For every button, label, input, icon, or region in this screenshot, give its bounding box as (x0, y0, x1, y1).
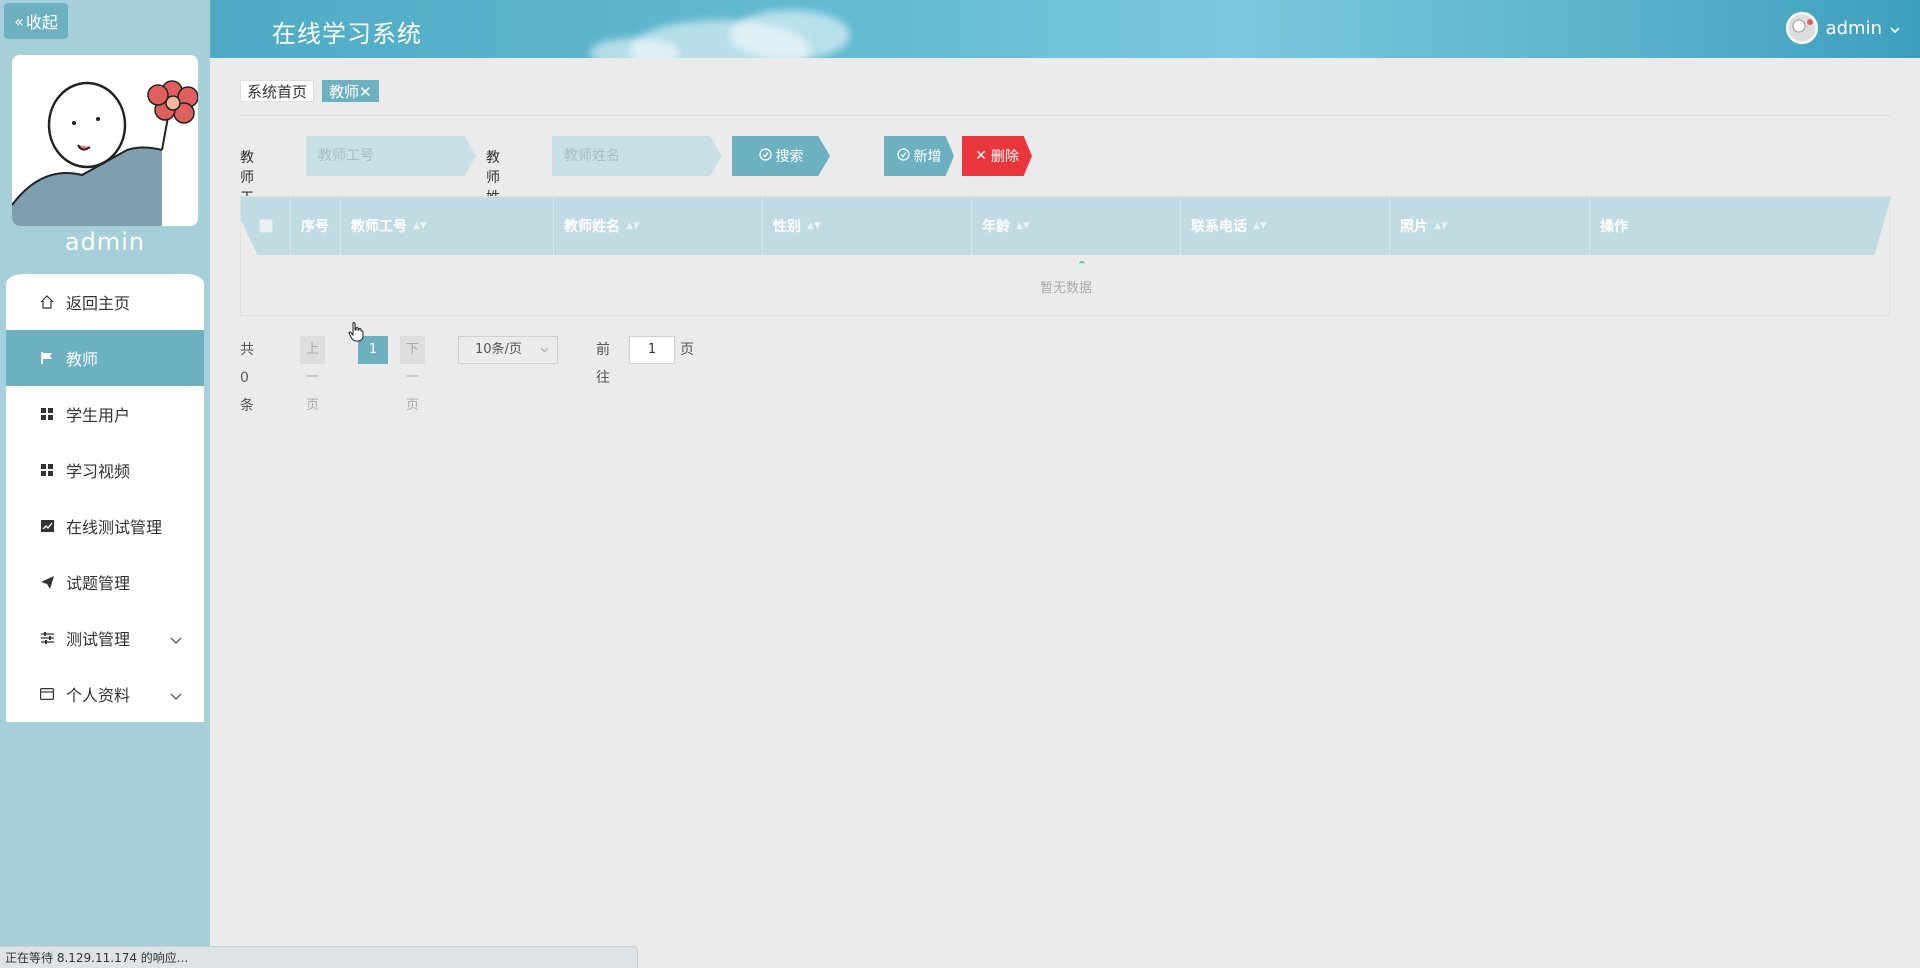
chevron-down-icon (170, 630, 182, 649)
chart-icon (38, 517, 56, 535)
search-button[interactable]: 搜索 (732, 136, 830, 176)
sidebar-item-label: 学习视频 (66, 462, 131, 481)
check-circle-icon (896, 147, 910, 165)
grid-icon (38, 461, 56, 479)
column-header-teacher-name[interactable]: 教师姓名 ▲▼ (554, 197, 763, 255)
sort-icon: ▲▼ (807, 221, 821, 231)
sidebar-item-label: 测试管理 (66, 630, 131, 649)
column-header-photo[interactable]: 照片 ▲▼ (1390, 197, 1590, 255)
sidebar-item-profile[interactable]: 个人资料 (6, 666, 204, 722)
add-button[interactable]: 新增 (884, 136, 954, 176)
sidebar-item-label: 学生用户 (66, 406, 131, 425)
total-count: 共 0 条 (240, 342, 254, 414)
collapse-button[interactable]: « 收起 (4, 3, 68, 39)
goto-page-input[interactable]: 1 (629, 336, 675, 364)
column-label: 联系电话 (1191, 219, 1247, 235)
delete-button[interactable]: ✕ 删除 (962, 136, 1032, 176)
grid-icon (38, 405, 56, 423)
table-header: 序号 教师工号 ▲▼ 教师姓名 ▲▼ 性别 ▲▼ 年龄 ▲▼ 联系电话 ▲▼ 照片 ▲▼ 操… (241, 197, 1891, 255)
sort-icon: ▲▼ (626, 221, 640, 231)
chevron-down-icon (170, 686, 182, 705)
column-header-index: 序号 (291, 197, 341, 255)
double-chevron-left-icon: « (14, 11, 24, 31)
loading-spinner-icon (1079, 261, 1085, 267)
sidebar-username: admin (64, 228, 146, 256)
collapse-label: 收起 (25, 13, 58, 32)
column-label: 教师姓名 (564, 219, 620, 235)
user-avatar-icon (1785, 12, 1818, 44)
home-icon (38, 293, 56, 311)
user-menu[interactable]: admin (1785, 12, 1900, 44)
goto-label: 前往 (596, 342, 610, 386)
select-all-checkbox[interactable] (258, 219, 273, 233)
sort-icon: ▲▼ (413, 221, 427, 231)
sidebar-item-teacher[interactable]: 教师 (6, 330, 204, 386)
page-unit-label: 页 (680, 342, 694, 358)
column-header-teacher-id[interactable]: 教师工号 ▲▼ (341, 197, 554, 255)
tab-home[interactable]: 系统首页 (240, 80, 315, 102)
sidebar-item-videos[interactable]: 学习视频 (6, 442, 204, 498)
sidebar-item-students[interactable]: 学生用户 (6, 386, 204, 442)
flag-icon (38, 349, 56, 367)
tab-label: 系统首页 (247, 83, 308, 101)
tab-bar: 系统首页 教师✕ (240, 80, 379, 102)
column-label: 操作 (1600, 219, 1628, 235)
sidebar-item-label: 返回主页 (66, 294, 131, 313)
top-header: 在线学习系统 admin (210, 0, 1920, 58)
column-label: 序号 (301, 219, 329, 235)
header-username: admin (1825, 17, 1882, 39)
column-header-gender[interactable]: 性别 ▲▼ (763, 197, 972, 255)
sidebar: « 收起 admin 返回主页 教师 学生用户 学习视频 在线测试管理 试题管理… (0, 0, 210, 968)
sidebar-item-label: 个人资料 (66, 686, 131, 705)
user-avatar-image (12, 55, 198, 226)
close-icon[interactable]: ✕ (359, 83, 372, 101)
add-button-label: 新增 (913, 149, 942, 165)
teacher-table: 序号 教师工号 ▲▼ 教师姓名 ▲▼ 性别 ▲▼ 年龄 ▲▼ 联系电话 ▲▼ 照片 ▲▼ 操… (240, 196, 1891, 316)
teacher-id-input[interactable] (306, 136, 476, 176)
chevron-down-icon (1890, 18, 1900, 39)
select-all-checkbox-cell (241, 197, 291, 255)
sidebar-item-home[interactable]: 返回主页 (6, 274, 204, 330)
sidebar-item-online-test[interactable]: 在线测试管理 (6, 498, 204, 554)
prev-page-button[interactable]: 上一页 (300, 336, 326, 413)
tab-teacher[interactable]: 教师✕ (322, 80, 379, 102)
next-page-button[interactable]: 下一页 (400, 336, 426, 413)
column-header-phone[interactable]: 联系电话 ▲▼ (1181, 197, 1390, 255)
tab-label: 教师 (329, 83, 360, 101)
send-icon (38, 573, 56, 591)
close-icon: ✕ (975, 148, 987, 164)
column-label: 年龄 (982, 219, 1010, 235)
sort-icon: ▲▼ (1253, 221, 1267, 231)
sort-icon: ▲▼ (1434, 221, 1448, 231)
check-circle-icon (758, 147, 772, 165)
teacher-name-input[interactable] (552, 136, 722, 176)
sidebar-item-label: 教师 (66, 350, 99, 369)
tab-divider (240, 115, 1890, 116)
chevron-down-icon (540, 337, 549, 363)
sort-icon: ▲▼ (1016, 221, 1030, 231)
empty-state-text: 暂无数据 (1039, 281, 1092, 296)
column-header-age[interactable]: 年龄 ▲▼ (972, 197, 1181, 255)
sidebar-item-label: 试题管理 (66, 574, 131, 593)
column-label: 性别 (773, 219, 801, 235)
cloud-decoration (730, 10, 850, 58)
sidebar-item-test-management[interactable]: 测试管理 (6, 610, 204, 666)
column-label: 照片 (1400, 219, 1428, 235)
system-title: 在线学习系统 (272, 20, 422, 48)
delete-button-label: 删除 (990, 149, 1019, 165)
column-header-actions: 操作 (1590, 197, 1891, 255)
sidebar-item-questions[interactable]: 试题管理 (6, 554, 204, 610)
page-size-value: 10条/页 (475, 342, 522, 357)
browser-status-bar: 正在等待 8.129.11.174 的响应... (0, 946, 638, 968)
search-button-label: 搜索 (775, 149, 804, 165)
sidebar-item-label: 在线测试管理 (66, 518, 163, 537)
hand-cursor-icon (348, 322, 364, 346)
side-menu: 返回主页 教师 学生用户 学习视频 在线测试管理 试题管理 测试管理 个人资料 (6, 274, 204, 722)
sliders-icon (38, 629, 56, 647)
card-icon (38, 685, 56, 703)
page-size-select[interactable]: 10条/页 (458, 336, 558, 364)
column-label: 教师工号 (351, 219, 407, 235)
